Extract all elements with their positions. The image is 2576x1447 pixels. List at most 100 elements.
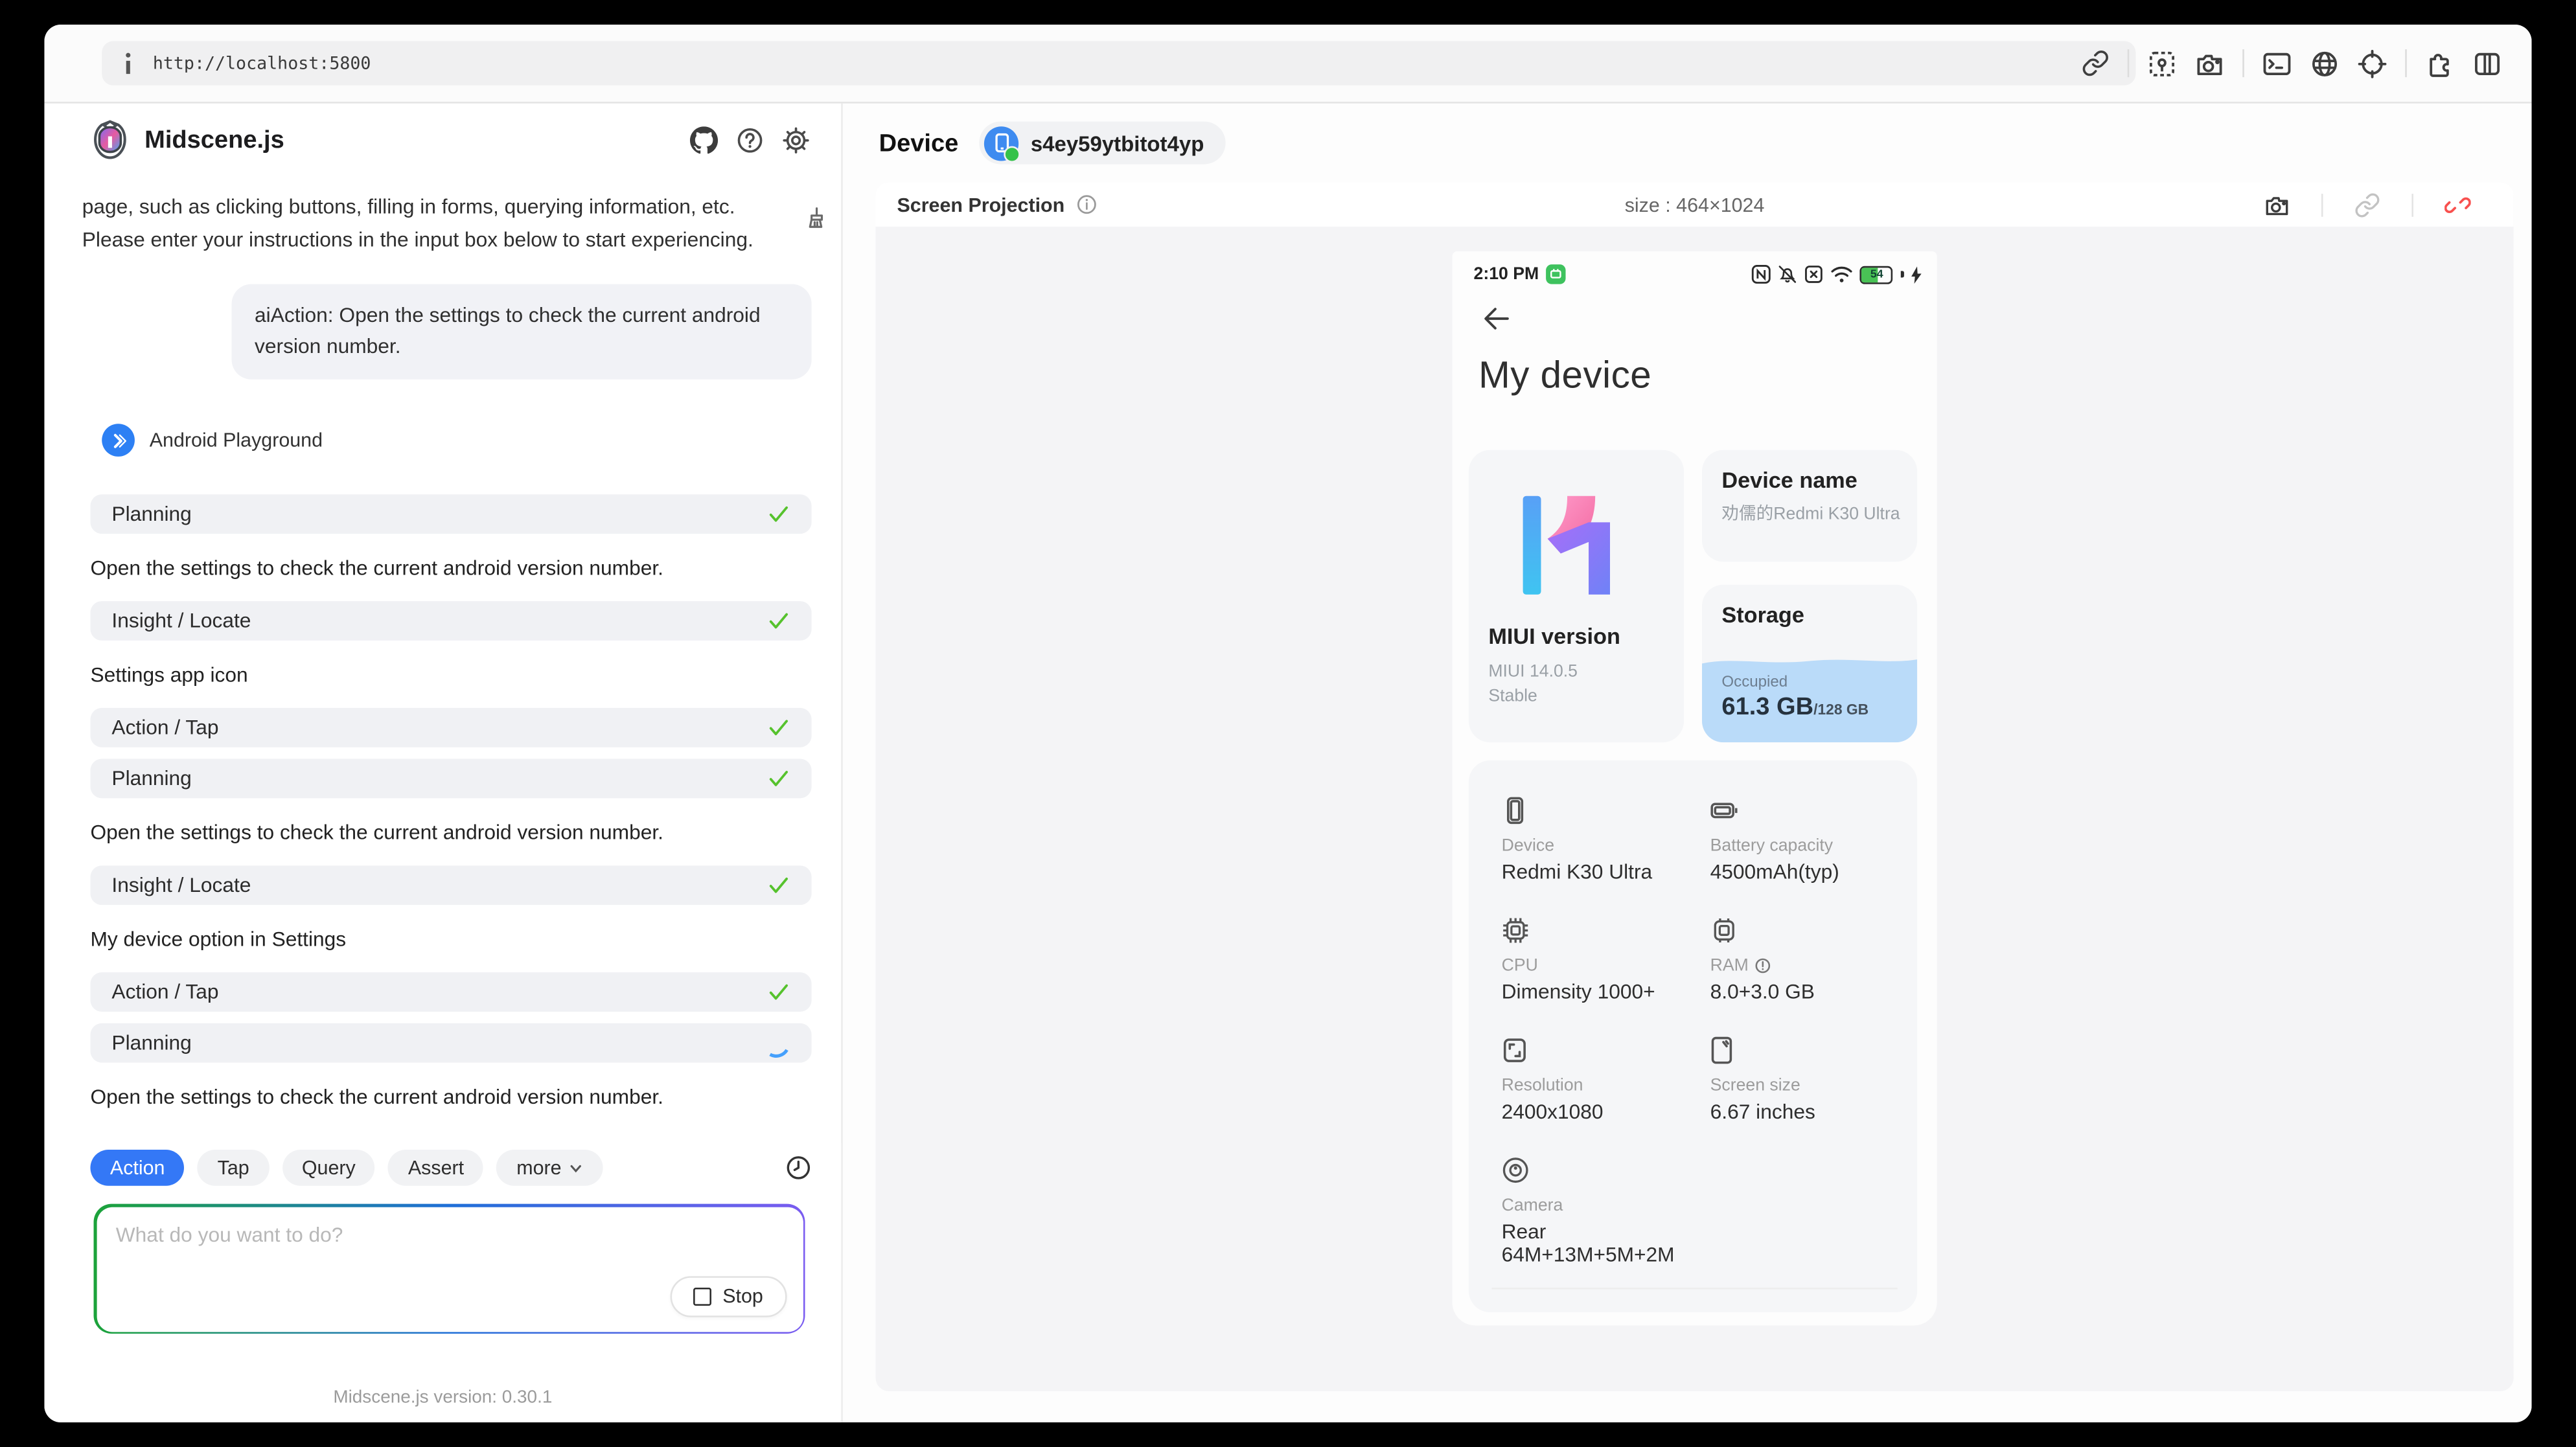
puzzle-extension-icon[interactable] (2425, 49, 2455, 78)
step-label: Action / Tap (111, 981, 218, 1003)
android-playground-row: Android Playground (102, 424, 811, 457)
browser-toolbar: http://localhost:5800 (44, 25, 2531, 104)
tab-assert[interactable]: Assert (388, 1150, 483, 1186)
url-bar[interactable]: http://localhost:5800 (102, 41, 2135, 85)
device-id: s4ey59ytbitot4yp (1031, 131, 1204, 155)
spec-device[interactable]: Device Redmi K30 Ultra (1502, 797, 1710, 882)
link-icon-disabled[interactable] (2354, 191, 2381, 218)
storage-occupied-value: 61.3 GB/128 GB (1721, 693, 1869, 721)
link-icon[interactable] (2082, 49, 2110, 77)
step-label: Planning (111, 767, 191, 790)
miui-card-title: MIUI version (1488, 624, 1620, 649)
phone-page-title: My device (1478, 353, 1651, 397)
step-bar-planning[interactable]: Planning (90, 758, 811, 798)
check-icon (767, 981, 790, 1003)
device-name-card[interactable]: Device name 劝儒的Redmi K30 Ultra (1702, 450, 1917, 562)
ram-info-icon[interactable] (1755, 957, 1771, 974)
spec-ram[interactable]: RAM 8.0+3.0 GB (1710, 917, 1917, 1002)
midscene-logo (90, 120, 130, 159)
check-icon (767, 716, 790, 740)
storage-card[interactable]: Storage Occupied 61.3 GB/128 GB (1702, 585, 1917, 742)
run-timeline: page, such as clicking buttons, filling … (44, 176, 841, 1108)
tab-tap[interactable]: Tap (198, 1150, 269, 1186)
version-text: Midscene.js version: 0.30.1 (44, 1388, 841, 1407)
settings-gear-icon[interactable] (782, 126, 810, 154)
status-icons: 54 (1752, 264, 1922, 284)
ai-action-bubble: aiAction: Open the settings to check the… (232, 284, 812, 380)
spec-camera[interactable]: Camera Rear 64M+13M+5M+2M (1502, 1156, 1710, 1242)
step-bar-insight[interactable]: Insight / Locate (90, 865, 811, 905)
step-bar-planning-loading[interactable]: Planning (90, 1023, 811, 1063)
device-name-value: 劝儒的Redmi K30 Ultra (1721, 503, 1900, 527)
screenshot-camera-icon[interactable] (2264, 191, 2290, 218)
step-label: Planning (111, 1031, 191, 1054)
loading-spinner-icon (759, 1026, 794, 1060)
spec-screen-size[interactable]: Screen size 6.67 inches (1710, 1036, 1917, 1122)
intro-text: page, such as clicking buttons, filling … (82, 192, 785, 256)
step-description: Open the settings to check the current a… (90, 557, 811, 580)
tab-more[interactable]: more (497, 1150, 603, 1186)
clear-icon[interactable] (803, 205, 828, 230)
crosshair-icon[interactable] (2358, 49, 2387, 78)
phone-status-bar: 2:10 PM 54 (1474, 261, 1922, 288)
history-clock-icon[interactable] (785, 1155, 812, 1181)
cpu-icon (1502, 917, 1530, 944)
mode-tabs: Action Tap Query Assert more (44, 1143, 841, 1192)
spec-resolution[interactable]: Resolution 2400x1080 (1502, 1036, 1710, 1122)
device-screen[interactable]: 2:10 PM 54 (1453, 251, 1937, 1325)
battery-icon: 54 (1860, 266, 1893, 284)
step-bar-action[interactable]: Action / Tap (90, 972, 811, 1012)
image-capture-icon[interactable] (2147, 49, 2177, 78)
split-view-icon[interactable] (2472, 49, 2502, 78)
step-label: Action / Tap (111, 716, 218, 740)
device-header: Device s4ey59ytbitot4yp (843, 104, 2532, 183)
resolution-icon (1502, 1036, 1528, 1064)
terminal-icon[interactable] (2262, 49, 2292, 78)
back-arrow-icon[interactable] (1480, 302, 1513, 336)
mute-bell-icon (1778, 264, 1798, 284)
specs-card: Device Redmi K30 Ultra Battery capacity … (1469, 760, 1917, 1312)
device-badge[interactable]: s4ey59ytbitot4yp (980, 122, 1225, 165)
app-title: Midscene.js (144, 126, 284, 154)
spec-battery[interactable]: Battery capacity 4500mAh(typ) (1710, 797, 1917, 882)
url-text: http://localhost:5800 (153, 53, 371, 73)
help-icon[interactable] (736, 126, 764, 154)
status-time: 2:10 PM (1474, 264, 1539, 284)
step-description: Open the settings to check the current a… (90, 821, 811, 844)
chevron-down-icon (568, 1160, 583, 1175)
github-icon[interactable] (690, 126, 718, 154)
prompt-controls: Action Tap Query Assert more Stop (44, 1143, 841, 1422)
camera-icon[interactable] (2195, 49, 2225, 78)
globe-icon[interactable] (2310, 49, 2340, 78)
miui-version-card[interactable]: MIUI version MIUI 14.0.5 Stable (1469, 450, 1684, 742)
spec-cpu[interactable]: CPU Dimensity 1000+ (1502, 917, 1710, 1002)
divider (2411, 193, 2413, 216)
header-icon-cluster (690, 126, 810, 154)
midscene-panel: Midscene.js page, such as clicking butto… (44, 104, 842, 1422)
check-icon (767, 874, 790, 896)
play-chevrons-icon (102, 424, 135, 457)
step-bar-action[interactable]: Action / Tap (90, 708, 811, 747)
desktop-background: http://localhost:5800 (0, 0, 2576, 1447)
step-bar-insight[interactable]: Insight / Locate (90, 601, 811, 641)
storage-occupied-label: Occupied (1721, 674, 1788, 692)
divider (2321, 193, 2323, 216)
wifi-icon (1831, 264, 1854, 284)
midscene-header: Midscene.js (44, 104, 841, 176)
device-panel: Device s4ey59ytbitot4yp size : 464×1024 … (843, 104, 2532, 1422)
debug-bridge-icon (1545, 264, 1565, 284)
projection-actions (2264, 182, 2470, 226)
stop-button[interactable]: Stop (670, 1275, 786, 1316)
step-label: Insight / Locate (111, 874, 251, 896)
step-bar-planning[interactable]: Planning (90, 494, 811, 534)
battery-capacity-icon (1710, 797, 1740, 825)
charging-bolt-icon (1911, 266, 1922, 284)
projection-header: size : 464×1024 Screen Projection (876, 182, 2514, 226)
camera-lens-icon (1502, 1156, 1530, 1184)
browser-window: http://localhost:5800 (44, 25, 2531, 1422)
tab-query[interactable]: Query (282, 1150, 375, 1186)
disconnect-link-off-icon[interactable] (2444, 191, 2471, 218)
tab-action[interactable]: Action (90, 1150, 184, 1186)
toolbar-icon-cluster (2082, 25, 2502, 102)
storage-wave (1702, 655, 1917, 667)
